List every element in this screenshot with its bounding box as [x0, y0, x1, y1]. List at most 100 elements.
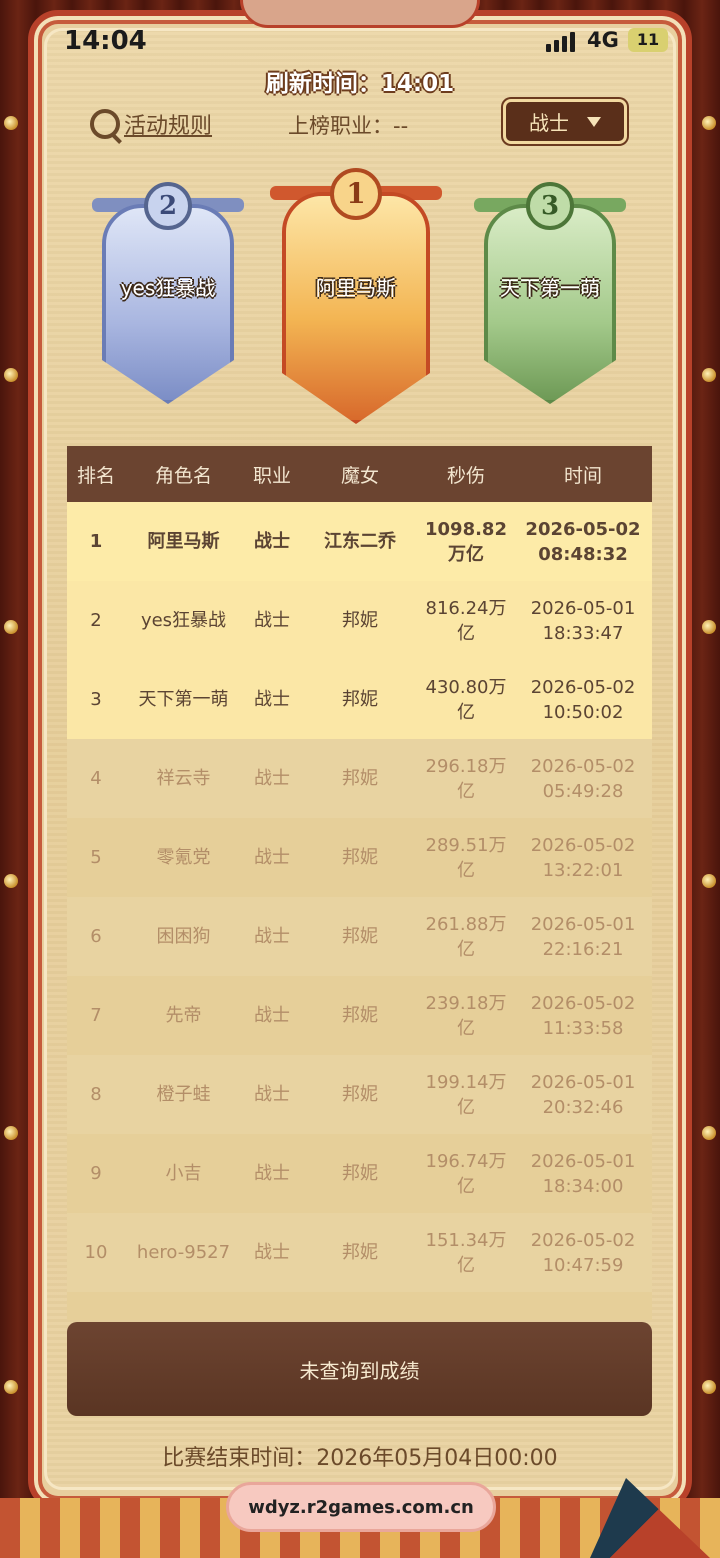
podium-banner-rank-2: 2 yes狂暴战: [92, 178, 244, 410]
cell-witch: 邦妮: [342, 926, 378, 947]
cell-rank: 3: [90, 689, 102, 710]
cell-name: 零氪党: [156, 847, 211, 868]
cell-dps: 151.34万亿: [418, 1228, 514, 1278]
cell-time: 2026-05-02 11:33:58: [514, 991, 652, 1041]
table-row: 7 先帝 战士 邦妮 239.18万亿 2026-05-02 11:33:58: [67, 976, 652, 1055]
header-dps: 秒伤: [446, 464, 485, 487]
table-row: 3 天下第一萌 战士 邦妮 430.80万亿 2026-05-02 10:50:02: [67, 660, 652, 739]
cell-clock: 05:49:28: [542, 780, 624, 802]
cell-name: 困困狗: [156, 926, 211, 947]
cell-dps-value: 261.88万: [425, 913, 507, 935]
rank-medal: 2: [144, 182, 192, 230]
cell-dps-unit: 亿: [457, 622, 475, 644]
cell-rank: 7: [90, 1005, 102, 1026]
cell-dps-value: 144.73万: [418, 1319, 514, 1320]
cell-name: 阿里马斯: [147, 531, 220, 552]
cell-rank: 5: [90, 847, 102, 868]
light-bulb: [702, 116, 716, 130]
light-bulb: [4, 620, 18, 634]
cell-class: 战士: [254, 531, 290, 552]
cell-rank: 2: [90, 610, 102, 631]
class-dropdown[interactable]: 战士: [503, 99, 627, 144]
cell-rank: 9: [90, 1163, 102, 1184]
cell-name: 小吉: [165, 1163, 202, 1184]
cell-dps: 199.14万亿: [418, 1070, 514, 1120]
cell-dps-value: 296.18万: [425, 755, 507, 777]
cell-name: 天下第一萌: [138, 689, 229, 710]
signal-icon: [546, 32, 575, 52]
cell-class: 战士: [254, 1005, 290, 1026]
refresh-time: 刷新时间：14:01: [265, 71, 455, 97]
cell-class: 战士: [254, 1163, 290, 1184]
search-icon: [90, 109, 120, 139]
cell-class: 战士: [254, 768, 290, 789]
cell-date: 2026-05-01: [514, 1319, 652, 1320]
cell-time: 2026-05-02 13:22:01: [514, 833, 652, 883]
cell-date: 2026-05-02: [530, 755, 636, 777]
cell-date: 2026-05-02: [530, 1229, 636, 1251]
table-row: 9 小吉 战士 邦妮 196.74万亿 2026-05-01 18:34:00: [67, 1134, 652, 1213]
rank-class-label: 上榜职业：--: [288, 114, 409, 138]
cell-time: 2026-05-02 10:47:59: [514, 1228, 652, 1278]
cell-dps: 289.51万亿: [418, 833, 514, 883]
cell-time: 2026-05-01: [514, 1319, 652, 1320]
cell-clock: 18:34:00: [542, 1175, 624, 1197]
light-bulb: [4, 116, 18, 130]
no-result-text: 未查询到成绩: [299, 1358, 420, 1383]
cell-class: 战士: [254, 689, 290, 710]
ranking-table[interactable]: 排名 角色名 职业 魔女 秒伤 时间 1 阿里马斯 战士 江东二乔 1098.82 万亿 2…: [67, 446, 652, 1320]
cell-date: 2026-05-02: [530, 834, 636, 856]
caret-down-icon: [587, 116, 601, 127]
header-name: 角色名: [154, 464, 212, 487]
light-bulb: [702, 1380, 716, 1394]
cell-dps-unit: 亿: [457, 1017, 475, 1039]
rules-link[interactable]: 活动规则: [90, 108, 212, 140]
cell-dps: 1098.82 万亿: [418, 517, 514, 567]
cell-date: 2026-05-02: [530, 676, 636, 698]
cell-dps-value: 239.18万: [425, 992, 507, 1014]
cell-witch: 邦妮: [342, 1242, 378, 1263]
cell-clock: 11:33:58: [542, 1017, 624, 1039]
cell-dps-unit: 亿: [457, 780, 475, 802]
cell-witch: 邦妮: [342, 1163, 378, 1184]
cell-date: 2026-05-01: [530, 1150, 636, 1172]
light-bulb: [4, 1380, 18, 1394]
cell-dps-value: 289.51万: [425, 834, 507, 856]
cell-dps-unit: 亿: [457, 938, 475, 960]
table-row: 2 yes狂暴战 战士 邦妮 816.24万亿 2026-05-01 18:33:47: [67, 581, 652, 660]
cell-dps-value: 151.34万: [425, 1229, 507, 1251]
cell-dps-value: 196.74万: [425, 1150, 507, 1172]
cell-time: 2026-05-01 20:32:46: [514, 1070, 652, 1120]
table-row: 6 困困狗 战士 邦妮 261.88万亿 2026-05-01 22:16:21: [67, 897, 652, 976]
rank-medal: 1: [330, 168, 382, 220]
light-bulb: [4, 368, 18, 382]
battery-icon: 11: [628, 28, 668, 52]
cell-rank: 4: [90, 768, 102, 789]
table-row: 8 橙子蛙 战士 邦妮 199.14万亿 2026-05-01 20:32:46: [67, 1055, 652, 1134]
light-bulb: [702, 620, 716, 634]
network-label: 4G: [587, 28, 619, 52]
podium-name: 天下第一萌: [500, 276, 600, 300]
cell-dps-value: 816.24万: [425, 597, 507, 619]
cell-class: 战士: [254, 926, 290, 947]
cell-dps-unit: 亿: [457, 859, 475, 881]
cell-time: 2026-05-02 10:50:02: [514, 675, 652, 725]
podium-name: 阿里马斯: [316, 276, 396, 300]
cell-witch: 邦妮: [342, 610, 378, 631]
cell-dps: 296.18万亿: [418, 754, 514, 804]
header-witch: 魔女: [340, 464, 379, 487]
cell-dps-unit: 亿: [457, 1096, 475, 1118]
footer-url: wdyz.r2games.com.cn: [226, 1482, 496, 1532]
header-rank: 排名: [76, 464, 115, 487]
cell-name: 橙子蛙: [156, 1084, 211, 1105]
cell-dps: 196.74万亿: [418, 1149, 514, 1199]
cell-class: 战士: [254, 1084, 290, 1105]
table-row: 144.73万2026-05-01: [67, 1292, 652, 1320]
cell-class: 战士: [254, 847, 290, 868]
cell-rank: 10: [84, 1242, 108, 1263]
cell-time: 2026-05-02 05:49:28: [514, 754, 652, 804]
cell-class: 战士: [254, 610, 290, 631]
contest-end-time: 比赛结束时间：2026年05月04日00:00: [162, 1446, 558, 1471]
table-row: 1 阿里马斯 战士 江东二乔 1098.82 万亿 2026-05-02 08:48:32: [67, 502, 652, 581]
cell-dps-unit: 亿: [457, 1175, 475, 1197]
